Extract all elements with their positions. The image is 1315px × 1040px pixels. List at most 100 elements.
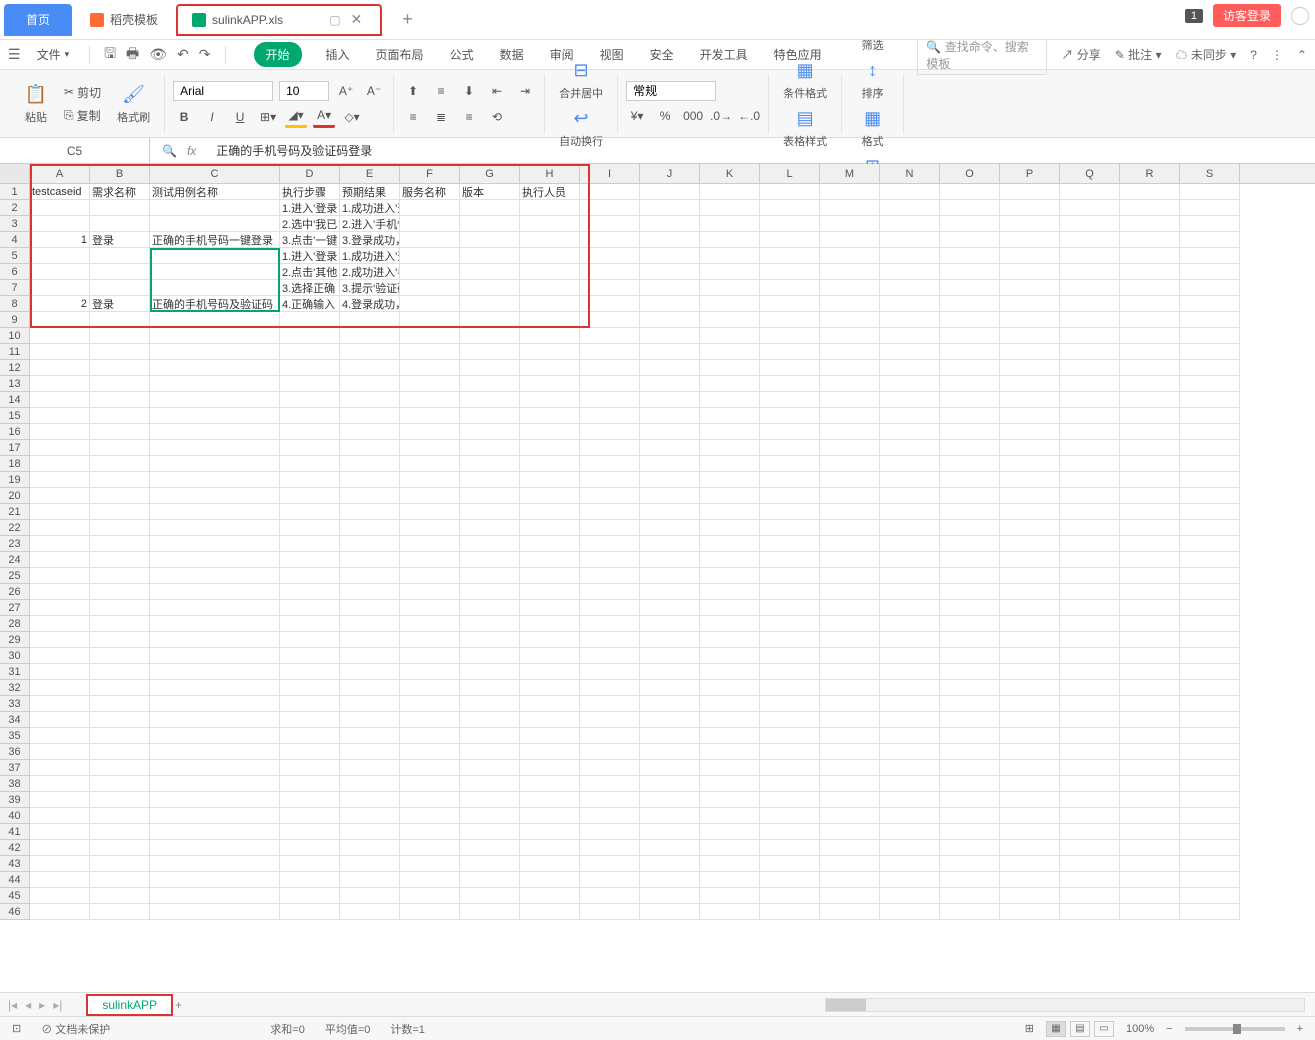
- cell[interactable]: [820, 808, 880, 824]
- cell[interactable]: [520, 776, 580, 792]
- cell[interactable]: [460, 840, 520, 856]
- cell[interactable]: [580, 888, 640, 904]
- format-painter-button[interactable]: 🖌 格式刷: [111, 81, 156, 127]
- cell[interactable]: [460, 792, 520, 808]
- cell[interactable]: [150, 456, 280, 472]
- settings-icon[interactable]: ⋮: [1271, 48, 1283, 62]
- cell[interactable]: [30, 600, 90, 616]
- cell[interactable]: [640, 216, 700, 232]
- cell[interactable]: [940, 456, 1000, 472]
- cell[interactable]: [700, 568, 760, 584]
- cell[interactable]: [580, 200, 640, 216]
- cell[interactable]: [760, 376, 820, 392]
- cell[interactable]: [90, 728, 150, 744]
- cell[interactable]: [880, 504, 940, 520]
- cell[interactable]: [1060, 776, 1120, 792]
- font-color-button[interactable]: A▾: [313, 106, 335, 128]
- cell[interactable]: [520, 680, 580, 696]
- cell[interactable]: [520, 280, 580, 296]
- cell[interactable]: [580, 216, 640, 232]
- cell[interactable]: [460, 472, 520, 488]
- cell[interactable]: [1000, 776, 1060, 792]
- cell[interactable]: [580, 376, 640, 392]
- cell[interactable]: [940, 520, 1000, 536]
- cell[interactable]: [820, 456, 880, 472]
- cell[interactable]: [700, 760, 760, 776]
- cell[interactable]: [1060, 792, 1120, 808]
- cell[interactable]: [820, 536, 880, 552]
- cell[interactable]: [1180, 376, 1240, 392]
- cell[interactable]: [340, 328, 400, 344]
- cell[interactable]: [1000, 696, 1060, 712]
- cell[interactable]: [520, 520, 580, 536]
- cell[interactable]: [760, 552, 820, 568]
- cell[interactable]: [520, 472, 580, 488]
- cell[interactable]: [460, 568, 520, 584]
- cell[interactable]: [90, 648, 150, 664]
- cell[interactable]: [460, 760, 520, 776]
- cell[interactable]: [580, 856, 640, 872]
- cell[interactable]: [340, 392, 400, 408]
- align-center-icon[interactable]: ≣: [430, 106, 452, 128]
- cell[interactable]: [400, 776, 460, 792]
- cell[interactable]: [700, 456, 760, 472]
- cell[interactable]: [1000, 616, 1060, 632]
- cell[interactable]: 1.进入'登录: [280, 248, 340, 264]
- cell[interactable]: [580, 648, 640, 664]
- cell[interactable]: [580, 600, 640, 616]
- cell[interactable]: [280, 904, 340, 920]
- cell[interactable]: [640, 488, 700, 504]
- row-header[interactable]: 43: [0, 856, 30, 872]
- cell[interactable]: [880, 744, 940, 760]
- cell[interactable]: [90, 536, 150, 552]
- cell[interactable]: [760, 728, 820, 744]
- cell[interactable]: [150, 280, 280, 296]
- cell[interactable]: [760, 488, 820, 504]
- cell[interactable]: [460, 424, 520, 440]
- cell[interactable]: [580, 792, 640, 808]
- cell[interactable]: [940, 728, 1000, 744]
- cell[interactable]: [820, 408, 880, 424]
- cell[interactable]: [150, 392, 280, 408]
- cell[interactable]: [640, 648, 700, 664]
- cell[interactable]: [1000, 264, 1060, 280]
- cell[interactable]: [760, 408, 820, 424]
- cell[interactable]: [520, 392, 580, 408]
- cell[interactable]: [880, 712, 940, 728]
- cell[interactable]: [1120, 360, 1180, 376]
- cell[interactable]: [460, 440, 520, 456]
- login-button[interactable]: 访客登录: [1213, 4, 1281, 27]
- cell[interactable]: [820, 824, 880, 840]
- cell[interactable]: [340, 680, 400, 696]
- cell[interactable]: [30, 712, 90, 728]
- cell[interactable]: [30, 568, 90, 584]
- cell[interactable]: [760, 696, 820, 712]
- cell[interactable]: [940, 824, 1000, 840]
- cell[interactable]: [880, 360, 940, 376]
- cell[interactable]: [1120, 840, 1180, 856]
- cell[interactable]: [1000, 904, 1060, 920]
- cell[interactable]: [280, 568, 340, 584]
- cell[interactable]: [760, 216, 820, 232]
- cell[interactable]: [400, 216, 460, 232]
- cell[interactable]: [880, 408, 940, 424]
- row-header[interactable]: 41: [0, 824, 30, 840]
- cell[interactable]: [1120, 584, 1180, 600]
- cell[interactable]: [1120, 904, 1180, 920]
- cell[interactable]: [280, 392, 340, 408]
- cell[interactable]: [1180, 536, 1240, 552]
- cell[interactable]: [580, 680, 640, 696]
- cell[interactable]: [640, 904, 700, 920]
- cell[interactable]: [880, 424, 940, 440]
- cell[interactable]: [520, 456, 580, 472]
- cell[interactable]: [1060, 648, 1120, 664]
- cell[interactable]: [1060, 360, 1120, 376]
- cell[interactable]: [30, 680, 90, 696]
- cell[interactable]: [1060, 216, 1120, 232]
- cell[interactable]: [700, 776, 760, 792]
- cell[interactable]: [760, 440, 820, 456]
- cell[interactable]: [880, 568, 940, 584]
- row-header[interactable]: 35: [0, 728, 30, 744]
- cell[interactable]: [340, 792, 400, 808]
- cell[interactable]: [280, 552, 340, 568]
